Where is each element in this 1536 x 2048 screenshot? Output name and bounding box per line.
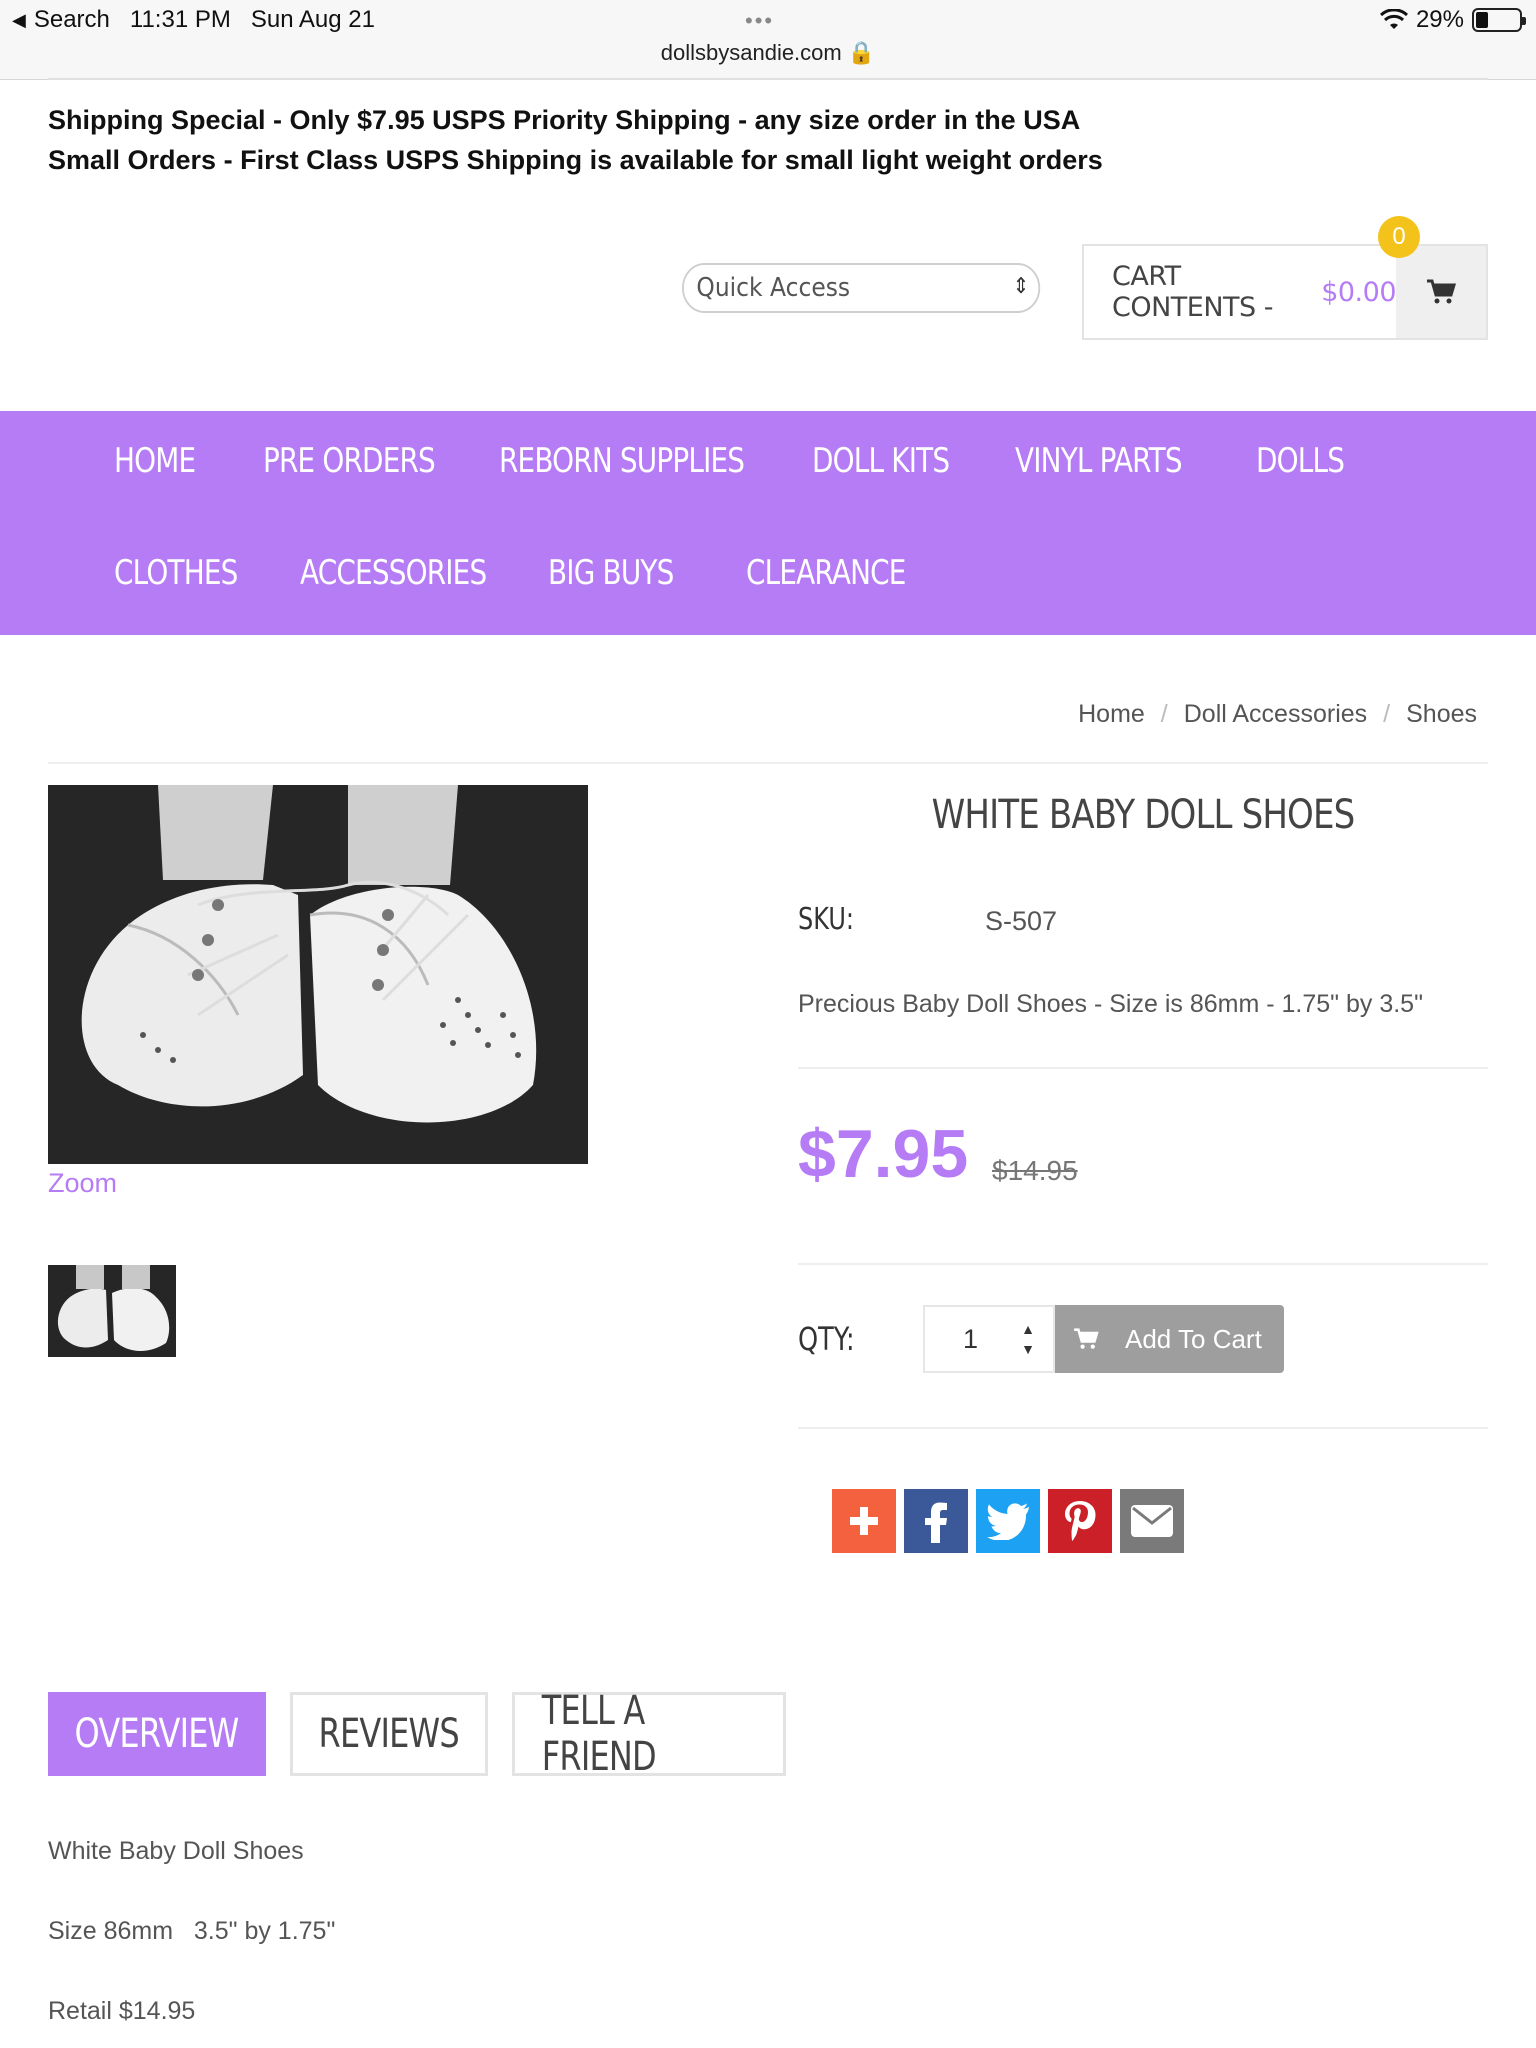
share-buttons [832, 1489, 1184, 1553]
shipping-line-1: Shipping Special - Only $7.95 USPS Prior… [48, 105, 1081, 135]
status-bar: ◀ Search 11:31 PM Sun Aug 21 ••• dollsby… [0, 0, 1536, 80]
breadcrumb-separator: / [1160, 700, 1168, 728]
overview-line: White Baby Doll Shoes [48, 1837, 304, 1865]
product-title: WHITE BABY DOLL SHOES [931, 792, 1356, 838]
white-shoes-thumbnail [48, 1265, 176, 1357]
cart-contents-button[interactable]: CART CONTENTS - $0.00 [1082, 244, 1488, 340]
overview-line: Retail $14.95 [48, 1997, 196, 2025]
status-time: 11:31 PM [129, 6, 231, 33]
cart-contents[interactable]: CART CONTENTS - $0.00 [1084, 246, 1396, 338]
divider [798, 1427, 1488, 1429]
cart-label: CART CONTENTS - [1112, 261, 1274, 323]
nav-clearance[interactable]: CLEARANCE [746, 553, 906, 593]
status-right: 29% [1379, 6, 1526, 34]
nav-accessories[interactable]: ACCESSORIES [300, 553, 487, 593]
cart-icon-button[interactable] [1396, 246, 1486, 338]
pinterest-icon [1065, 1501, 1096, 1541]
breadcrumb-home[interactable]: Home [1078, 700, 1145, 729]
tab-overview[interactable]: OVERVIEW [48, 1692, 266, 1776]
cart-count-badge: 0 [1378, 216, 1420, 258]
quantity-value: 1 [963, 1323, 979, 1354]
address-bar-url[interactable]: dollsbysandie.com 🔒 [0, 40, 1536, 66]
shipping-notice: Shipping Special - Only $7.95 USPS Prior… [48, 100, 1103, 180]
more-dots-icon[interactable]: ••• [745, 8, 774, 34]
share-more-button[interactable] [832, 1489, 896, 1553]
tab-overview-label: OVERVIEW [74, 1711, 240, 1757]
wifi-icon [1379, 9, 1408, 29]
quantity-spinner[interactable]: ▲ ▼ [1021, 1319, 1035, 1359]
nav-pre-orders[interactable]: PRE ORDERS [263, 441, 436, 481]
battery-percent: 29% [1415, 6, 1464, 33]
divider [798, 1263, 1488, 1265]
divider [798, 1067, 1488, 1069]
nav-home[interactable]: HOME [114, 441, 196, 481]
twitter-icon [987, 1503, 1029, 1540]
sale-price: $7.95 [798, 1116, 969, 1192]
increment-icon[interactable]: ▲ [1021, 1319, 1035, 1339]
product-image[interactable] [48, 785, 588, 1164]
quantity-stepper[interactable]: 1 ▲ ▼ [923, 1305, 1055, 1373]
sku-value: S-507 [985, 906, 1058, 936]
tab-reviews[interactable]: REVIEWS [290, 1692, 488, 1776]
nav-big-buys[interactable]: BIG BUYS [548, 553, 674, 593]
pinterest-share-button[interactable] [1048, 1489, 1112, 1553]
breadcrumb-doll-accessories[interactable]: Doll Accessories [1184, 700, 1367, 729]
back-arrow-icon[interactable]: ◀ [12, 10, 26, 31]
zoom-link[interactable]: Zoom [48, 1168, 117, 1199]
decrement-icon[interactable]: ▼ [1021, 1339, 1035, 1359]
divider [48, 762, 1488, 764]
overview-line: Size 86mm 3.5" by 1.75" [48, 1917, 336, 1945]
quick-access-label: Quick Access [696, 273, 851, 303]
breadcrumb: Home / Doll Accessories / Shoes [1078, 700, 1477, 729]
product-thumbnail[interactable] [48, 1265, 176, 1357]
plus-icon [850, 1507, 878, 1535]
facebook-share-button[interactable] [904, 1489, 968, 1553]
original-price: $14.95 [992, 1155, 1078, 1186]
shopping-cart-icon [1074, 1328, 1099, 1349]
qty-label: QTY: [798, 1320, 855, 1358]
nav-reborn-supplies[interactable]: REBORN SUPPLIES [499, 441, 745, 481]
tab-tell-a-friend-label: TELL A FRIEND [541, 1688, 657, 1780]
battery-icon [1472, 8, 1526, 32]
breadcrumb-separator: / [1383, 700, 1391, 728]
back-to-search-link[interactable]: Search [34, 6, 110, 34]
sku-label: SKU: [798, 902, 854, 937]
add-to-cart-label: Add To Cart [1125, 1323, 1262, 1354]
main-nav: HOME PRE ORDERS REBORN SUPPLIES DOLL KIT… [0, 411, 1536, 635]
nav-dolls[interactable]: DOLLS [1256, 441, 1345, 481]
status-left: ◀ Search 11:31 PM Sun Aug 21 [12, 6, 375, 34]
tab-reviews-label: REVIEWS [318, 1711, 460, 1757]
status-date: Sun Aug 21 [250, 6, 375, 33]
nav-clothes[interactable]: CLOTHES [114, 553, 238, 593]
product-short-description: Precious Baby Doll Shoes - Size is 86mm … [798, 990, 1423, 1018]
email-icon [1131, 1505, 1173, 1537]
cart-amount: $0.00 [1321, 276, 1396, 308]
white-shoes-image [48, 785, 588, 1164]
facebook-icon [925, 1502, 947, 1543]
twitter-share-button[interactable] [976, 1489, 1040, 1553]
breadcrumb-shoes[interactable]: Shoes [1406, 700, 1477, 729]
quick-access-select[interactable]: Quick Access ⇕ [682, 263, 1041, 313]
nav-vinyl-parts[interactable]: VINYL PARTS [1015, 441, 1183, 481]
tab-tell-a-friend[interactable]: TELL A FRIEND [512, 1688, 786, 1780]
nav-doll-kits[interactable]: DOLL KITS [812, 441, 950, 481]
email-share-button[interactable] [1120, 1489, 1184, 1553]
shopping-cart-icon [1427, 279, 1456, 304]
select-chevron-icon: ⇕ [1012, 274, 1030, 299]
divider [48, 78, 1488, 80]
shipping-line-2: Small Orders - First Class USPS Shipping… [48, 145, 1103, 175]
add-to-cart-button[interactable]: Add To Cart [1055, 1305, 1284, 1373]
